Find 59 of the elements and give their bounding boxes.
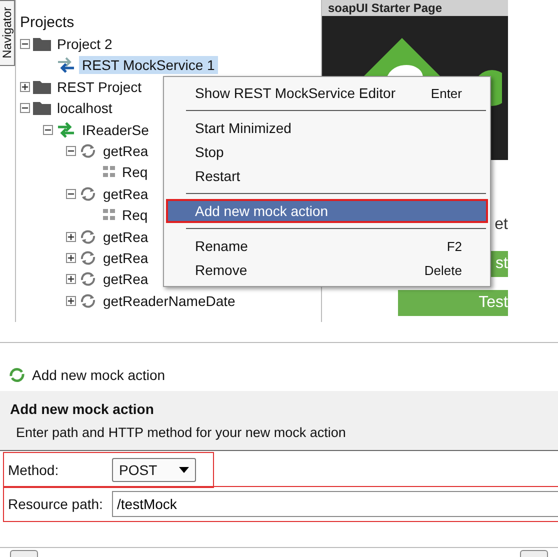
tree-item[interactable]: REST MockService 1 — [79, 56, 218, 74]
cycle-icon — [79, 228, 97, 245]
dialog-heading: Add new mock action — [10, 401, 155, 417]
field-label: Method: — [8, 462, 60, 478]
menu-item[interactable]: Rename F2 — [166, 234, 488, 258]
expand-toggle-icon[interactable] — [66, 296, 76, 306]
cycle-icon — [8, 367, 26, 383]
collapse-toggle-icon[interactable] — [43, 124, 53, 135]
help-button[interactable] — [10, 550, 38, 557]
collapse-toggle-icon[interactable] — [20, 103, 30, 114]
arrows-icon — [56, 57, 76, 74]
folder-icon — [33, 101, 51, 116]
dialog-title: Add new mock action — [32, 367, 166, 383]
tree-item[interactable]: getRea — [100, 270, 152, 288]
tree-item[interactable]: IReaderSe — [79, 120, 152, 139]
expand-toggle-icon[interactable] — [66, 274, 76, 284]
caret-icon — [179, 467, 189, 473]
tree-item[interactable]: getRea — [100, 228, 152, 246]
dialog-description: Enter path and HTTP method for your new mock action — [15, 425, 347, 440]
expand-toggle-icon[interactable] — [20, 82, 30, 92]
folder-icon — [33, 37, 51, 52]
menu-item[interactable]: Stop — [166, 140, 488, 164]
cycle-icon — [79, 186, 97, 202]
starter-page-tab[interactable]: soapUI Starter Page — [322, 0, 508, 16]
collapse-toggle-icon[interactable] — [66, 188, 76, 199]
tree-item[interactable]: REST Project — [54, 78, 145, 96]
method-select[interactable]: POST — [112, 458, 196, 482]
tree-item[interactable]: Req — [119, 163, 151, 182]
tree-item[interactable]: localhost — [54, 99, 116, 118]
starter-text: et — [494, 215, 508, 235]
shortcut-label: Enter — [430, 86, 462, 100]
tree-item[interactable]: Req — [119, 206, 151, 224]
collapse-toggle-icon[interactable] — [20, 39, 30, 50]
menu-item[interactable]: Restart — [166, 164, 488, 188]
field-label: Resource path: — [8, 496, 104, 512]
menu-item[interactable]: Add new mock action — [166, 199, 488, 223]
shortcut-label: Delete — [424, 262, 462, 278]
cycle-icon — [79, 143, 97, 160]
menu-item[interactable]: Remove Delete — [166, 258, 488, 282]
menu-item[interactable]: Start Minimized — [166, 116, 488, 140]
dialog-button[interactable] — [520, 550, 548, 557]
tree-item[interactable]: getRea — [100, 142, 152, 160]
cycle-icon — [79, 250, 97, 266]
arrows-icon — [56, 122, 76, 138]
tree-root-label: Projects — [20, 14, 74, 32]
resource-path-field[interactable]: /testMock — [112, 491, 558, 517]
tree-item[interactable]: getRea — [100, 248, 152, 267]
expand-toggle-icon[interactable] — [66, 252, 76, 263]
navigator-tab[interactable]: Navigator — [0, 0, 15, 66]
cycle-icon — [79, 292, 97, 309]
shortcut-label: F2 — [446, 238, 462, 254]
folder-icon — [33, 80, 51, 94]
tree-item[interactable]: getReaderNameDate — [100, 292, 238, 310]
menu-item[interactable]: Show REST MockService Editor Enter — [166, 81, 488, 105]
cycle-icon — [79, 271, 97, 288]
collapse-toggle-icon[interactable] — [66, 146, 76, 156]
tree-item[interactable]: Project 2 — [54, 35, 116, 54]
expand-toggle-icon[interactable] — [66, 232, 76, 242]
tree-item[interactable]: getRea — [100, 184, 152, 203]
